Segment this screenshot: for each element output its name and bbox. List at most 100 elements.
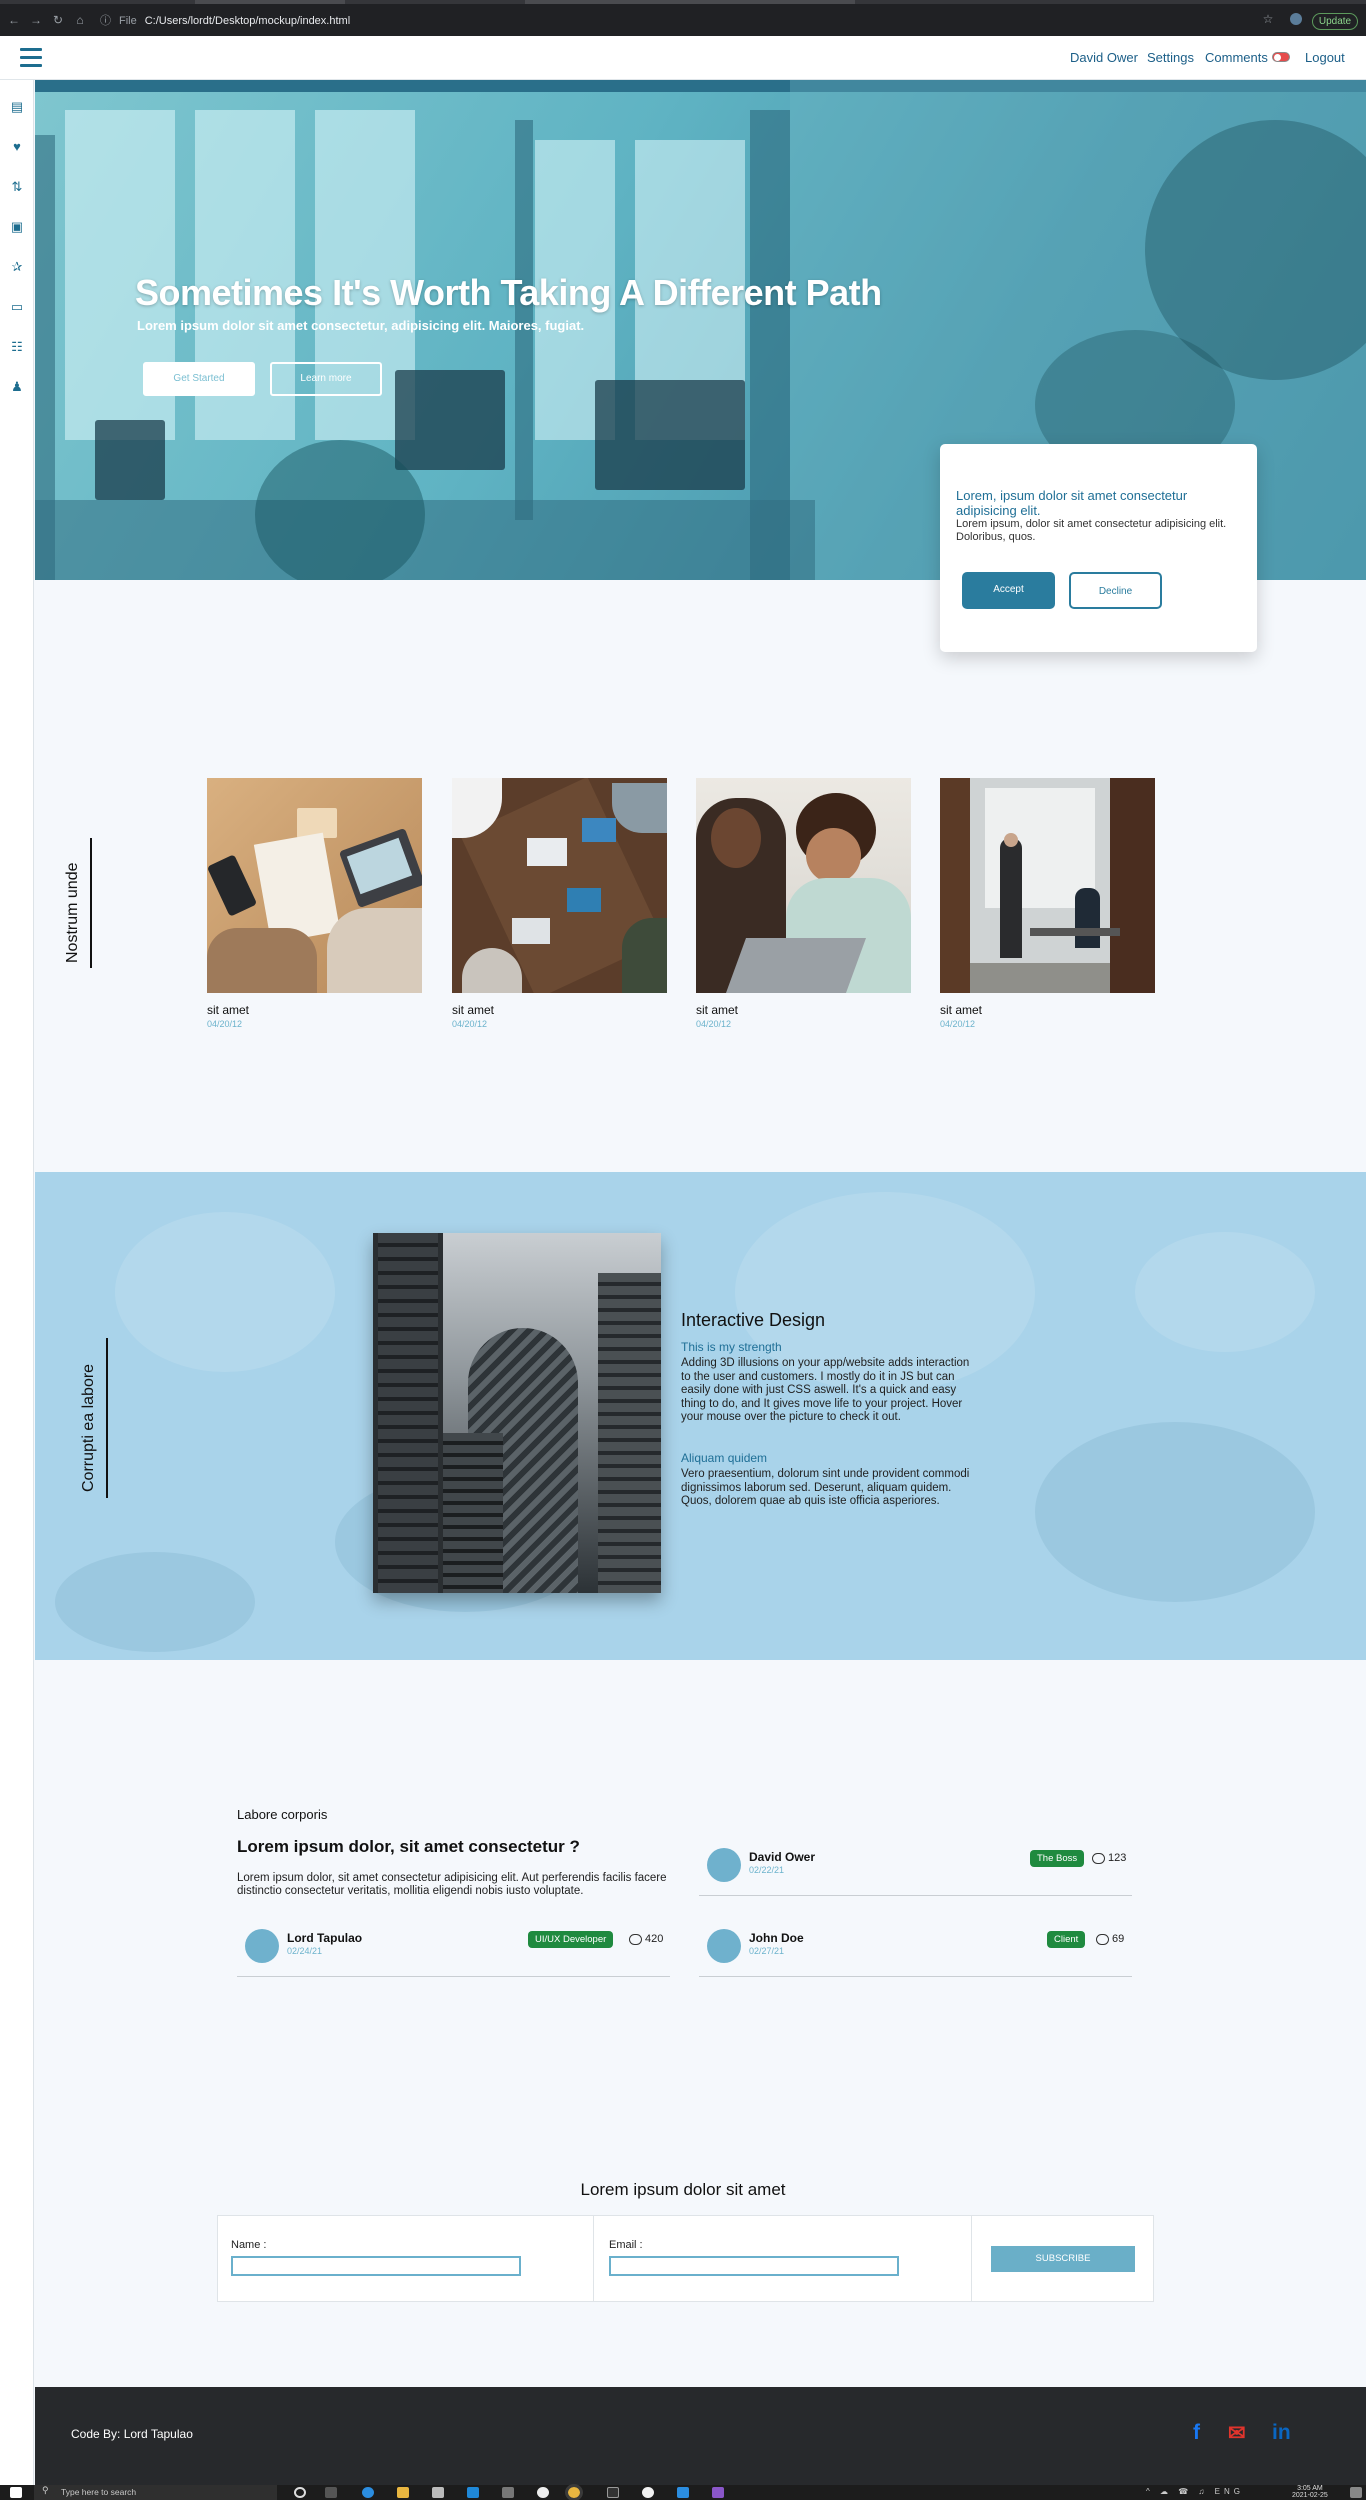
notifications-icon[interactable]	[1350, 2487, 1362, 2498]
testimonials-title: Lorem ipsum dolor, sit amet consectetur …	[237, 1837, 580, 1856]
consent-text: Lorem ipsum, dolor sit amet consectetur …	[956, 518, 1227, 543]
decline-button[interactable]: Decline	[1069, 572, 1162, 609]
comment-icon	[1096, 1934, 1109, 1945]
vscode-icon[interactable]	[677, 2487, 689, 2498]
running-icon[interactable]: ✰	[9, 259, 25, 275]
gallery-card[interactable]: sit amet 04/20/12	[207, 778, 422, 1029]
book-icon[interactable]: ▤	[9, 99, 25, 115]
mail-app-icon[interactable]	[467, 2487, 479, 2498]
system-tray[interactable]: ^ ☁ ☎ ♫ ENG	[1146, 2487, 1244, 2496]
consent-card	[940, 444, 1257, 652]
home-icon[interactable]: ⌂	[74, 14, 86, 26]
nav-logout[interactable]: Logout	[1305, 50, 1345, 65]
card-date: 04/20/12	[452, 1019, 488, 1029]
hero-subtitle: Lorem ipsum dolor sit amet consectetur, …	[137, 318, 585, 333]
edge-icon[interactable]	[362, 2487, 374, 2498]
app2-icon[interactable]	[642, 2487, 654, 2498]
tab-strip[interactable]	[0, 0, 1366, 4]
photos-icon[interactable]: ▣	[9, 219, 25, 235]
xbox-icon[interactable]	[537, 2487, 549, 2498]
linkedin-icon[interactable]: in	[1272, 2421, 1291, 2445]
photo-team-meeting	[452, 778, 667, 993]
building-image[interactable]	[373, 1233, 661, 1593]
person-row[interactable]: John Doe 02/27/21 Client 69	[699, 1915, 1132, 1977]
store-icon[interactable]	[432, 2487, 444, 2498]
comment-icon	[629, 1934, 642, 1945]
theme-toggle[interactable]	[1272, 52, 1290, 62]
taskbar-clock[interactable]: 3:05 AM 2021-02-25	[1292, 2485, 1328, 2499]
get-started-button[interactable]: Get Started	[143, 362, 255, 396]
learn-more-button[interactable]: Learn more	[270, 362, 382, 396]
sitemap-icon[interactable]: ☷	[9, 339, 25, 355]
gallery-card[interactable]: sit amet 04/20/12	[940, 778, 1155, 1029]
address-bar[interactable]: ⓘ File C:/Users/lordt/Desktop/mockup/index…	[100, 12, 1250, 30]
name-input[interactable]	[231, 2256, 521, 2276]
person-date: 02/27/21	[749, 1946, 785, 1956]
card-title: sit amet	[207, 1003, 250, 1017]
terminal-icon[interactable]	[607, 2487, 619, 2498]
gallery-card[interactable]: sit amet 04/20/12	[696, 778, 911, 1029]
card-title: sit amet	[940, 1003, 983, 1017]
task-view-icon[interactable]	[325, 2487, 337, 2498]
person-date: 02/22/21	[749, 1865, 785, 1875]
feature-subtitle-1: This is my strength	[681, 1340, 782, 1354]
star-icon[interactable]: ☆	[1262, 13, 1274, 25]
file-explorer-icon[interactable]	[397, 2487, 409, 2498]
card-date: 04/20/12	[207, 1019, 243, 1029]
comment-count: 123	[1108, 1852, 1127, 1864]
heart-icon[interactable]: ♥	[9, 139, 25, 155]
nav-comments[interactable]: Comments	[1205, 50, 1268, 65]
nav-settings[interactable]: Settings	[1147, 50, 1194, 65]
role-badge: UI/UX Developer	[528, 1931, 614, 1948]
id-card-icon[interactable]: ▭	[9, 299, 25, 315]
cortana-icon[interactable]	[294, 2487, 306, 2498]
person-row[interactable]: David Ower 02/22/21 The Boss 123	[699, 1834, 1132, 1896]
person-date: 02/24/21	[287, 1946, 323, 1956]
subscribe-button[interactable]: SUBSCRIBE	[991, 2246, 1135, 2272]
person-row[interactable]: Lord Tapulao 02/24/21 UI/UX Developer 42…	[237, 1915, 670, 1977]
testimonials-eyebrow: Labore corporis	[237, 1807, 328, 1822]
card-date: 04/20/12	[696, 1019, 732, 1029]
avatar	[245, 1929, 279, 1963]
comment-count: 420	[645, 1933, 664, 1945]
facebook-icon[interactable]: f	[1193, 2421, 1200, 2445]
feature-title: Interactive Design	[681, 1310, 826, 1330]
profile-avatar[interactable]	[1290, 13, 1302, 25]
mail-icon[interactable]: ✉	[1228, 2421, 1246, 2446]
reload-icon[interactable]: ↻	[52, 14, 64, 26]
photo-laptop-desk	[207, 778, 422, 993]
divider-line	[106, 1338, 108, 1498]
clock-date: 2021-02-25	[1292, 2491, 1328, 2499]
nav-user[interactable]: David Ower	[1070, 50, 1138, 65]
chrome-icon[interactable]	[565, 2484, 583, 2500]
search-icon: ⚲	[42, 2485, 49, 2495]
comment-count: 69	[1112, 1933, 1125, 1945]
email-input[interactable]	[609, 2256, 899, 2276]
visual-studio-icon[interactable]	[712, 2487, 724, 2498]
accept-button[interactable]: Accept	[962, 572, 1055, 609]
sidebar: ▤ ♥ ⇅ ▣ ✰ ▭ ☷ ♟	[0, 80, 34, 2485]
avatar	[707, 1929, 741, 1963]
role-badge: Client	[1047, 1931, 1086, 1948]
hero-title: Sometimes It's Worth Taking A Different …	[135, 272, 882, 313]
testimonials-text: Lorem ipsum dolor, sit amet consectetur …	[237, 1872, 667, 1897]
hamburger-menu-icon[interactable]	[20, 48, 42, 67]
app-icon[interactable]	[502, 2487, 514, 2498]
feature-text-2: Vero praesentium, dolorum sint unde prov…	[681, 1468, 970, 1507]
forward-icon[interactable]: →	[30, 14, 42, 26]
gallery-card[interactable]: sit amet 04/20/12	[452, 778, 667, 1029]
language-indicator[interactable]: ENG	[1215, 2487, 1244, 2496]
photo-office-presentation	[940, 778, 1155, 993]
consent-title: Lorem, ipsum dolor sit amet consectetur …	[956, 488, 1188, 518]
start-icon[interactable]	[10, 2487, 22, 2498]
card-date: 04/20/12	[940, 1019, 976, 1029]
back-icon[interactable]: ←	[8, 14, 20, 26]
email-label: Email :	[609, 2239, 643, 2251]
person-name: David Ower	[749, 1850, 816, 1864]
taskbar-search[interactable]: Type here to search	[34, 2485, 277, 2500]
update-button[interactable]: Update	[1312, 13, 1358, 30]
users-icon[interactable]: ♟	[9, 379, 25, 395]
info-icon: ⓘ	[100, 15, 111, 27]
sort-icon[interactable]: ⇅	[9, 179, 25, 195]
section-label-gallery: Nostrum unde	[64, 862, 81, 964]
